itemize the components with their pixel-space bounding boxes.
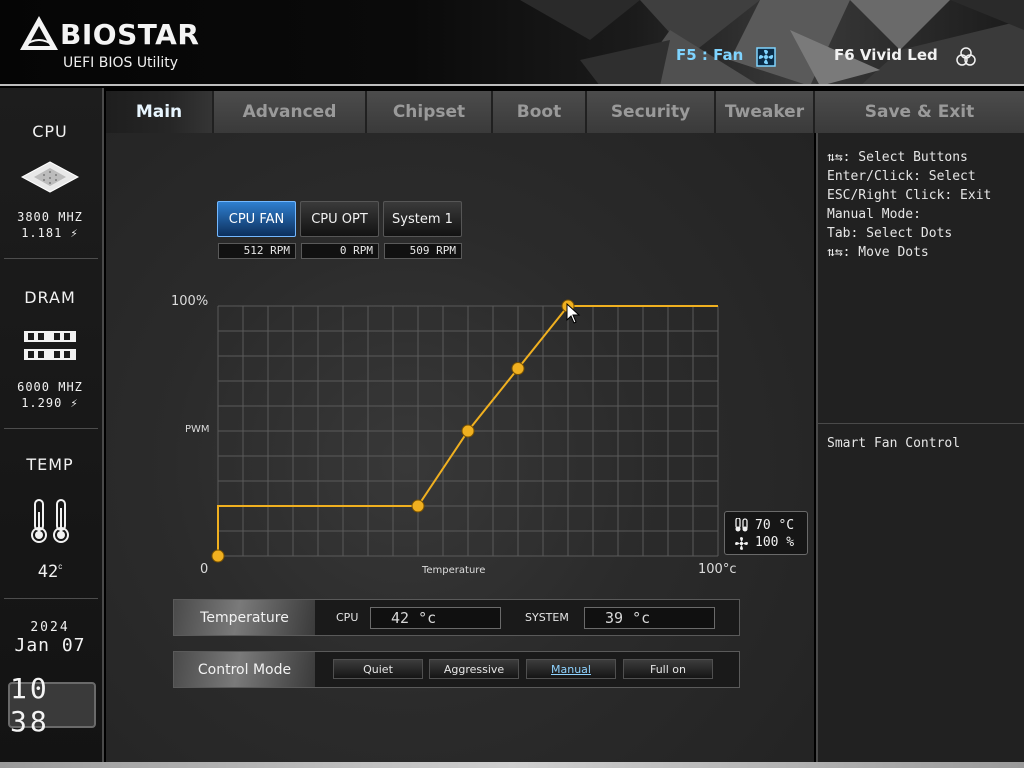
help-line: Tab: Select Dots (827, 226, 953, 241)
fan-small-icon (735, 537, 748, 550)
mode-manual-button[interactable]: Manual (526, 659, 616, 679)
logo-subtitle: UEFI BIOS Utility (63, 55, 178, 71)
help-line: Enter/Click: Select (827, 169, 976, 184)
help-panel: ⇅⇆: Select Buttons Enter/Click: Select E… (816, 133, 1024, 762)
badge-pwm: 100 % (755, 535, 795, 550)
header-decoration (520, 0, 1024, 84)
tab-security[interactable]: Security (587, 91, 716, 133)
sidebar-divider (4, 258, 98, 259)
cpu-temp-label: CPU (336, 611, 359, 624)
temperature-row: Temperature CPU 42 °c SYSTEM 39 °c (173, 599, 740, 636)
dram-title: DRAM (24, 288, 76, 307)
fan-icon[interactable] (756, 47, 776, 67)
date-month-day: Jan 07 (14, 635, 86, 656)
help-line: ⇅⇆: Select Buttons (827, 150, 968, 165)
x-axis-min-label: 0 (200, 562, 209, 577)
tab-save-exit[interactable]: Save & Exit (815, 91, 1024, 133)
system1-fan-button[interactable]: System 1 (383, 201, 462, 237)
item-description: Smart Fan Control (827, 436, 961, 451)
tab-main[interactable]: Main (106, 91, 214, 133)
header-bar: BIOSTAR UEFI BIOS Utility F5 : Fan F6 Vi… (0, 0, 1024, 86)
thermometer-icon (31, 499, 69, 543)
help-line: ⇅⇆: Move Dots (827, 245, 929, 260)
dram-frequency: 6000 MHZ (17, 380, 83, 394)
sidebar-divider (4, 428, 98, 429)
temp-title: TEMP (26, 455, 74, 474)
cpu-temp-value: 42 °c (370, 607, 501, 629)
date-year: 2024 (30, 620, 70, 635)
tab-bar: Main Advanced Chipset Boot Security Twea… (106, 91, 1024, 133)
cpu-temperature: 42c (0, 562, 100, 582)
led-icon[interactable] (956, 47, 976, 67)
control-mode-label: Control Mode (174, 652, 315, 687)
tab-tweaker[interactable]: Tweaker (716, 91, 815, 133)
logo-text: BIOSTAR (60, 18, 200, 51)
dram-module-icon (24, 331, 76, 360)
x-axis-label: Temperature (422, 565, 486, 576)
mode-quiet-button[interactable]: Quiet (333, 659, 423, 679)
sidebar-divider (4, 598, 98, 599)
control-mode-row: Control Mode Quiet Aggressive Manual Ful… (173, 651, 740, 688)
cpu-fan-button[interactable]: CPU FAN (217, 201, 296, 237)
biostar-triangle-icon (20, 16, 58, 50)
current-point-badge: 70 °C 100 % (724, 511, 808, 555)
cpu-fan-rpm: 512 RPM (218, 243, 296, 259)
x-axis-max-label: 100°c (698, 562, 737, 577)
mode-full-on-button[interactable]: Full on (623, 659, 713, 679)
system-clock: 10 38 (8, 672, 96, 738)
biostar-logo: BIOSTAR UEFI BIOS Utility (20, 14, 220, 74)
y-axis-max-label: 100% (171, 294, 209, 309)
cpu-opt-rpm: 0 RPM (301, 243, 379, 259)
cpu-chip-icon (20, 161, 80, 193)
system-temp-value: 39 °c (584, 607, 715, 629)
cpu-opt-button[interactable]: CPU OPT (300, 201, 379, 237)
thermometer-small-icon (735, 518, 748, 532)
temp-value: 42 (37, 562, 59, 582)
temp-unit: c (58, 562, 63, 571)
hotkey-vivid-led[interactable]: F6 Vivid Led (834, 46, 938, 64)
y-axis-label: PWM (185, 424, 210, 435)
help-line: Manual Mode: (827, 207, 921, 222)
cpu-voltage: 1.181 ⚡ (21, 226, 79, 240)
help-text: ⇅⇆: Select Buttons Enter/Click: Select E… (827, 148, 991, 262)
mode-aggressive-button[interactable]: Aggressive (429, 659, 519, 679)
system1-rpm: 509 RPM (384, 243, 462, 259)
help-line: ESC/Right Click: Exit (827, 188, 992, 203)
system-info-sidebar: CPU 3800 MHZ 1.181 ⚡ DRAM 6000 MHZ 1.290… (0, 88, 104, 762)
dram-voltage: 1.290 ⚡ (21, 396, 79, 410)
badge-temperature: 70 °C (755, 518, 795, 533)
temperature-row-label: Temperature (174, 600, 315, 635)
cpu-frequency: 3800 MHZ (17, 210, 83, 224)
tab-boot[interactable]: Boot (493, 91, 587, 133)
tab-advanced[interactable]: Advanced (214, 91, 367, 133)
cpu-title: CPU (32, 122, 68, 141)
system-temp-label: SYSTEM (525, 611, 569, 624)
hotkey-fan[interactable]: F5 : Fan (676, 46, 743, 64)
footer-bar (0, 762, 1024, 768)
help-divider (818, 423, 1024, 424)
tab-chipset[interactable]: Chipset (367, 91, 493, 133)
